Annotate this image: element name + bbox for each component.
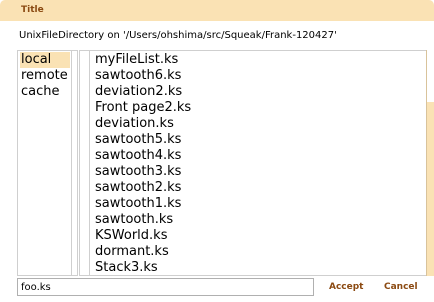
file-list-item[interactable]: myFileList.ks: [95, 52, 191, 68]
directory-label: UnixFileDirectory on '/Users/ohshima/src…: [19, 30, 337, 41]
title-bar[interactable]: Title: [0, 0, 434, 21]
file-list-item[interactable]: sawtooth2.ks: [95, 180, 191, 196]
file-list-item[interactable]: deviation.ks: [95, 116, 191, 132]
file-list-item[interactable]: sawtooth4.ks: [95, 148, 191, 164]
file-list-left-scrollbar[interactable]: [79, 50, 90, 276]
volume-item-remote[interactable]: remote: [20, 68, 70, 84]
cancel-button[interactable]: Cancel: [384, 279, 418, 295]
file-list-item[interactable]: sawtooth3.ks: [95, 164, 191, 180]
volume-scrollbar[interactable]: [71, 51, 77, 275]
file-list-scroll-thumb[interactable]: [427, 50, 434, 102]
file-list-item[interactable]: sawtooth1.ks: [95, 196, 191, 212]
file-list: myFileList.ks sawtooth6.ks deviation2.ks Fr…: [95, 52, 191, 275]
file-dialog-window: Title UnixFileDirectory on '/Users/ohshi…: [0, 0, 434, 302]
volume-list: local remote cache: [20, 52, 70, 100]
volume-item-cache[interactable]: cache: [20, 84, 70, 100]
file-list-pane: myFileList.ks sawtooth6.ks deviation2.ks Fr…: [90, 50, 434, 276]
filename-input[interactable]: [17, 278, 314, 296]
file-list-item[interactable]: deviation2.ks: [95, 84, 191, 100]
file-list-item[interactable]: sawtooth5.ks: [95, 132, 191, 148]
file-list-item[interactable]: Front page2.ks: [95, 100, 191, 116]
file-list-item[interactable]: Stack3.ks: [95, 260, 191, 275]
file-list-item[interactable]: sawtooth.ks: [95, 212, 191, 228]
volume-item-local[interactable]: local: [20, 52, 70, 68]
accept-button[interactable]: Accept: [329, 279, 363, 295]
file-list-item[interactable]: sawtooth6.ks: [95, 68, 191, 84]
file-list-item[interactable]: dormant.ks: [95, 244, 191, 260]
window-title: Title: [21, 5, 44, 15]
volume-list-pane: local remote cache: [17, 50, 78, 276]
file-list-item[interactable]: KSWorld.ks: [95, 228, 191, 244]
file-list-scrollbar[interactable]: [426, 50, 434, 276]
